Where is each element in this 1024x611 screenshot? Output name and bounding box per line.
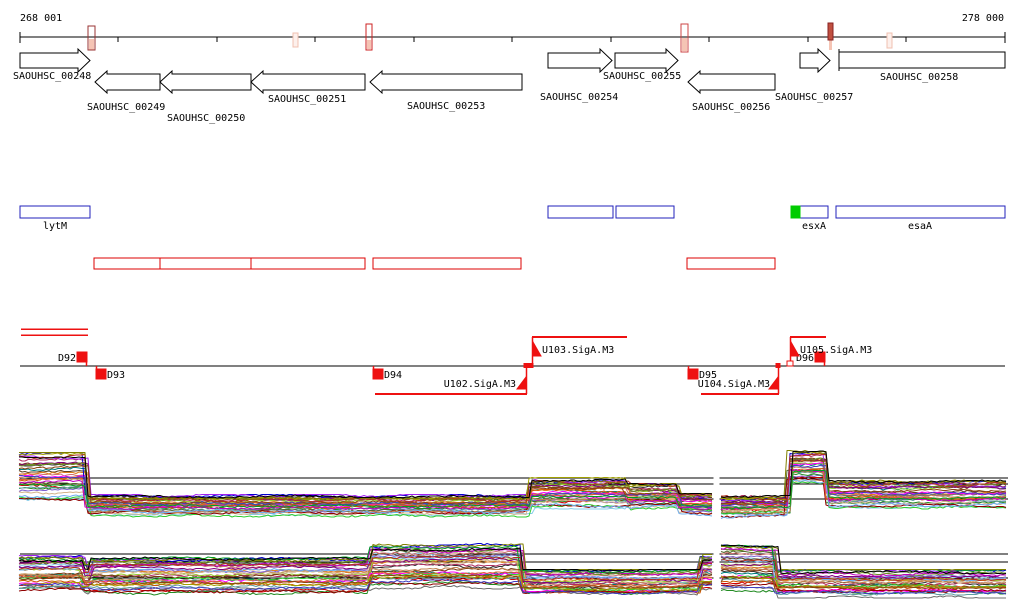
gene-arrow-SAOUHSC_00258[interactable] (838, 51, 1006, 69)
expression-profile-track-1 (18, 450, 1008, 519)
ruler-marker[interactable] (886, 32, 893, 49)
gene-arrow-SAOUHSC_00257[interactable] (799, 47, 831, 74)
gene-label: SAOUHSC_00253 (407, 101, 485, 112)
ruler: 268 001 278 000 (19, 13, 1006, 53)
feature-label-esaA: esaA (908, 221, 932, 232)
marker-D92[interactable] (76, 351, 88, 363)
promoter-flag-U102.SigA.M3-label: U102.SigA.M3 (444, 379, 516, 390)
gene-arrow-SAOUHSC_00255[interactable] (614, 47, 679, 74)
signal-flag-track: D92D93 D94 D95D96U102.SigA.M3U103.SigA.M3U… (20, 328, 1005, 395)
gene-arrow-SAOUHSC_00256[interactable] (687, 69, 776, 95)
gene-label: SAOUHSC_00250 (167, 113, 245, 124)
gene-label: SAOUHSC_00251 (268, 94, 346, 105)
promoter-flag-U105.SigA.M3-label: U105.SigA.M3 (800, 345, 872, 356)
gene-track: SAOUHSC_00248 SAOUHSC_00249SAOUHSC_00250 S… (13, 47, 1006, 124)
gene-label: SAOUHSC_00249 (87, 102, 165, 113)
marker-D92-label: D92 (58, 353, 76, 364)
gene-arrow-SAOUHSC_00250[interactable] (159, 69, 252, 95)
promoter-flag-U104.SigA.M3-label: U104.SigA.M3 (698, 379, 770, 390)
ruler-marker-pale (829, 40, 832, 50)
red-segment[interactable] (372, 257, 522, 270)
ruler-marker-pale (682, 38, 687, 51)
feature-box-esxA[interactable] (799, 205, 829, 219)
gene-label: SAOUHSC_00254 (540, 92, 618, 103)
gene-label: SAOUHSC_00248 (13, 71, 91, 82)
green-feature-marker[interactable] (790, 205, 801, 219)
feature-label-lytM: lytM (43, 221, 67, 232)
gene-label: SAOUHSC_00257 (775, 92, 853, 103)
marker-D93-label: D93 (107, 370, 125, 381)
marker-D94-label: D94 (384, 370, 402, 381)
promoter-flag-U104.SigA.M3[interactable] (768, 375, 779, 390)
ruler-marker-pale (89, 39, 94, 50)
feature-box-lytM[interactable] (19, 205, 91, 219)
segment-track (93, 257, 776, 270)
gene-arrow-SAOUHSC_00254[interactable] (547, 47, 613, 74)
gene-arrow-SAOUHSC_00253[interactable] (369, 69, 523, 95)
marker-D95[interactable] (687, 368, 699, 380)
annotation-track: lytM esxA esaA (19, 205, 1006, 232)
gene-arrow-SAOUHSC_00249[interactable] (94, 69, 161, 95)
promoter-flag-U102.SigA.M3-base (523, 363, 529, 368)
gene-label: SAOUHSC_00255 (603, 71, 681, 82)
feature-box-esaA[interactable] (835, 205, 1006, 219)
promoter-flag-U103.SigA.M3[interactable] (532, 340, 542, 357)
gene-label: SAOUHSC_00256 (692, 102, 770, 113)
gene-arrow-SAOUHSC_00251[interactable] (250, 69, 366, 95)
genome-browser-view: 268 001 278 000 SAOUHSC_00248 SAOUHSC_002… (0, 0, 1024, 611)
feature-label-esxA: esxA (802, 221, 826, 232)
promoter-flag-U103.SigA.M3-label: U103.SigA.M3 (542, 345, 614, 356)
marker-D93[interactable] (95, 368, 107, 380)
gene-arrow-SAOUHSC_00248[interactable] (19, 47, 91, 74)
gene-label: SAOUHSC_00258 (880, 72, 958, 83)
ruler-marker-pale (367, 40, 371, 49)
genome-browser-svg: 268 001 278 000 SAOUHSC_00248SAOUHSC_002… (13, 13, 1008, 599)
feature-box[interactable] (547, 205, 614, 219)
feature-box[interactable] (615, 205, 675, 219)
ruler-start-label: 268 001 (20, 13, 62, 24)
ruler-end-label: 278 000 (962, 13, 1004, 24)
red-segment[interactable] (250, 257, 366, 270)
promoter-flag-U104.SigA.M3-base (775, 363, 781, 368)
red-segment[interactable] (159, 257, 252, 270)
ruler-marker[interactable] (292, 32, 299, 48)
red-segment[interactable] (686, 257, 776, 270)
ruler-marker[interactable] (827, 22, 834, 41)
promoter-flag-U105.SigA.M3[interactable] (790, 340, 800, 357)
promoter-flag-U103.SigA.M3-base (528, 363, 534, 368)
red-segment[interactable] (93, 257, 161, 270)
promoter-flag-U102.SigA.M3[interactable] (516, 375, 527, 390)
promoter-flag-U105.SigA.M3-base (786, 360, 794, 367)
marker-D94[interactable] (372, 368, 384, 380)
expression-profile-track-2 (18, 543, 1008, 599)
